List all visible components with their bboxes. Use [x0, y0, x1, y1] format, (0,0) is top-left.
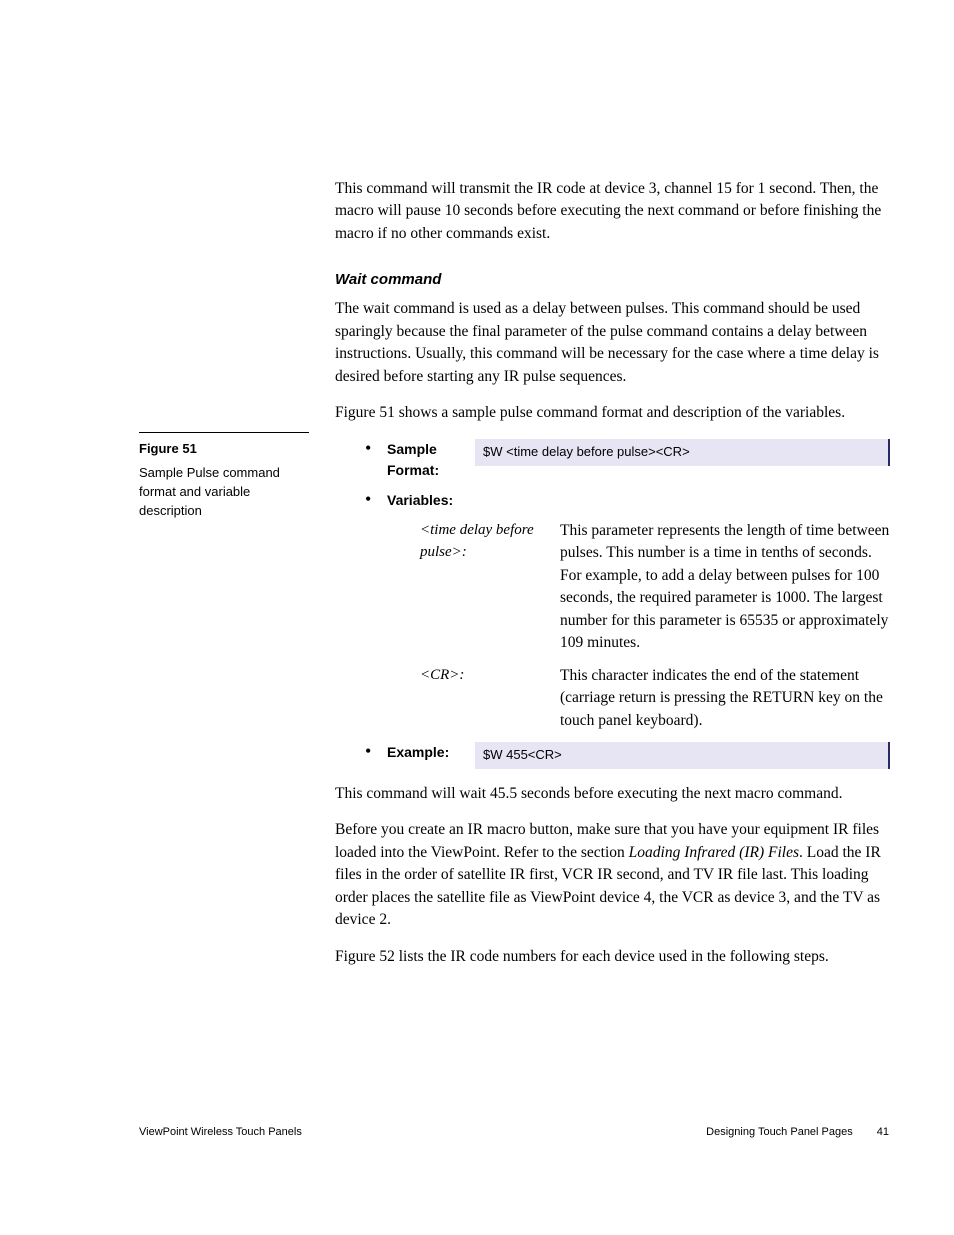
wait-paragraph-2: Figure 51 shows a sample pulse command f… [335, 402, 890, 424]
page-footer: ViewPoint Wireless Touch Panels Designin… [0, 1126, 954, 1138]
bullet-label-sample-format: Sample Format: [387, 439, 475, 482]
document-page: Figure 51 Sample Pulse command format an… [0, 0, 954, 1235]
main-content: This command will transmit the IR code a… [335, 178, 890, 982]
wait-paragraph-1: The wait command is used as a delay betw… [335, 298, 890, 388]
bullet-value-sample-format: $W <time delay before pulse><CR> [475, 439, 890, 466]
figure-label: Figure 51 [139, 441, 309, 456]
bullet-label-example: Example: [387, 742, 475, 764]
intro-paragraph: This command will transmit the IR code a… [335, 178, 890, 245]
variable-name-time-delay: <time delay before pulse>: [420, 520, 550, 564]
variable-row-cr: <CR>: This character indicates the end o… [420, 665, 890, 732]
footer-left: ViewPoint Wireless Touch Panels [139, 1126, 302, 1138]
bullet-example: • Example: $W 455<CR> [365, 742, 890, 769]
variable-row-time-delay: <time delay before pulse>: This paramete… [420, 520, 890, 655]
bullet-icon: • [365, 439, 387, 459]
after-paragraph-1: This command will wait 45.5 seconds befo… [335, 783, 890, 805]
footer-section-title: Designing Touch Panel Pages [706, 1126, 853, 1138]
footer-page-number: 41 [877, 1126, 889, 1138]
bullet-value-example: $W 455<CR> [475, 742, 890, 769]
footer-right: Designing Touch Panel Pages 41 [706, 1126, 889, 1138]
code-box-example: $W 455<CR> [475, 742, 890, 769]
variables-block: <time delay before pulse>: This paramete… [420, 520, 890, 732]
bullet-sample-format: • Sample Format: $W <time delay before p… [365, 439, 890, 482]
bullet-icon: • [365, 742, 387, 762]
after-paragraph-2: Before you create an IR macro button, ma… [335, 819, 890, 931]
after-paragraph-3: Figure 52 lists the IR code numbers for … [335, 946, 890, 968]
bullet-variables: • Variables: [365, 490, 890, 512]
variable-name-cr: <CR>: [420, 665, 550, 687]
figure-side-note: Figure 51 Sample Pulse command format an… [139, 432, 309, 521]
bullet-list: • Sample Format: $W <time delay before p… [365, 439, 890, 769]
section-heading-wait-command: Wait command [335, 271, 890, 288]
bullet-label-variables: Variables: [387, 490, 475, 512]
after-p2-italic: Loading Infrared (IR) Files [629, 844, 799, 861]
figure-description: Sample Pulse command format and variable… [139, 464, 309, 521]
variable-desc-cr: This character indicates the end of the … [560, 665, 890, 732]
variable-desc-time-delay: This parameter represents the length of … [560, 520, 890, 655]
bullet-icon: • [365, 490, 387, 510]
code-box-format: $W <time delay before pulse><CR> [475, 439, 890, 466]
